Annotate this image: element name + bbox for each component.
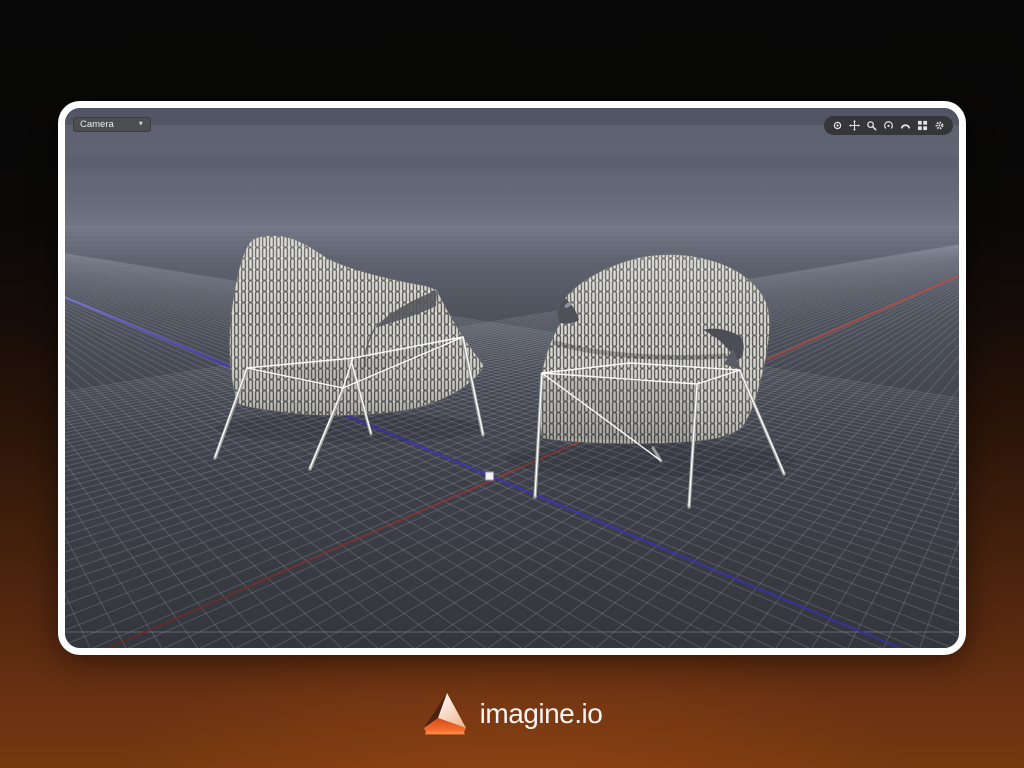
orbit-icon[interactable] [881,118,896,133]
viewport-card: Camera ▼ [58,101,966,655]
brand-logo-text: imagine.io [480,700,603,728]
zoom-icon[interactable] [864,118,879,133]
camera-view-dropdown[interactable]: Camera ▼ [73,117,151,132]
brand-logo: imagine.io [0,688,1024,740]
focus-target-icon[interactable] [830,118,845,133]
fog-overlay [65,188,959,370]
chevron-down-icon: ▼ [138,122,144,129]
grid-view-icon[interactable] [915,118,930,133]
imagine-io-logo-icon [422,692,468,736]
arc-undo-icon[interactable] [898,118,913,133]
chair-shadow [505,443,795,477]
scene-canvas[interactable] [65,108,959,648]
camera-view-label: Camera [80,120,114,130]
chair-right-skirt-shadow [542,373,697,442]
horizon-haze-band [65,156,959,170]
viewport-3d[interactable]: Camera ▼ [65,108,959,648]
viewport-toolbar [824,116,953,135]
move-icon[interactable] [847,118,862,133]
settings-gear-icon[interactable] [932,118,947,133]
origin-gizmo[interactable] [486,472,494,480]
chair-shadow [215,413,485,443]
